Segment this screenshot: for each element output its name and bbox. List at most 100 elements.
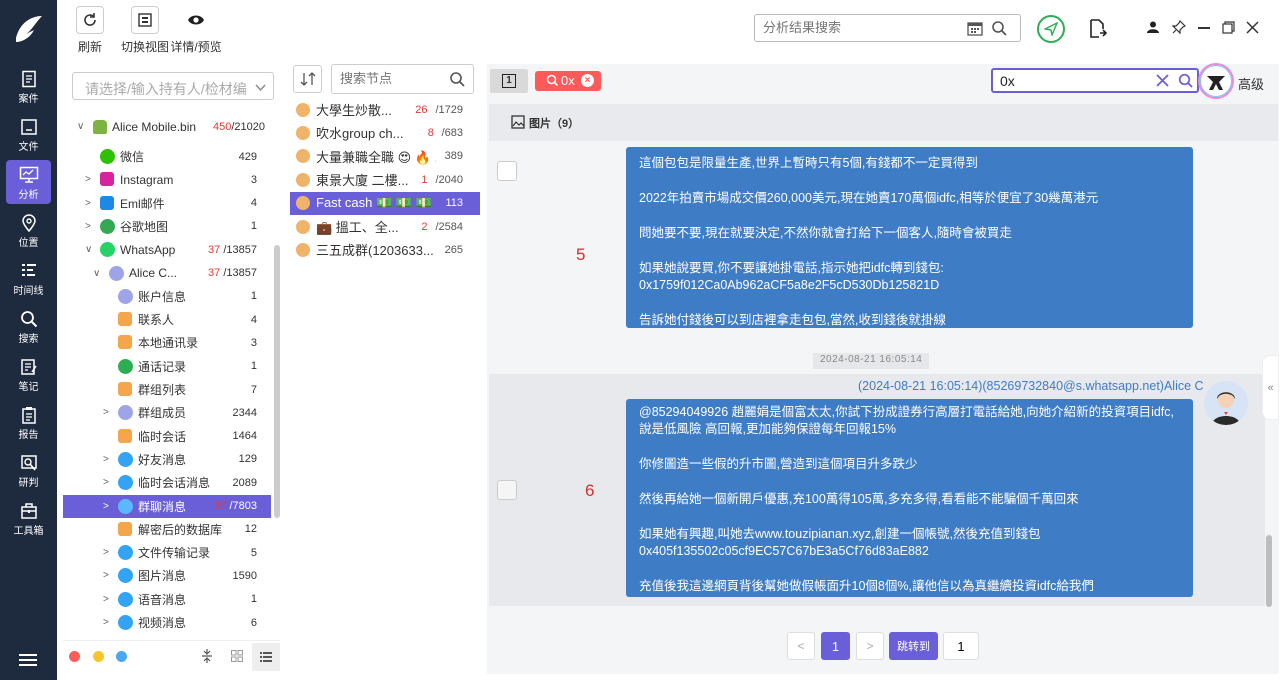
list-view-icon[interactable] (252, 643, 280, 671)
blue-dot-icon[interactable] (116, 651, 127, 662)
tree-item[interactable]: > 临时会话消息 2089 (63, 471, 271, 494)
menu-icon[interactable] (19, 653, 37, 667)
red-dot-icon[interactable] (69, 651, 80, 662)
goto-button[interactable]: 跳转到 (889, 632, 938, 660)
collapse-right-button[interactable]: « (1262, 355, 1279, 420)
tree-item[interactable]: 解密后的数据库 12 (63, 518, 271, 541)
chevron-right-icon[interactable]: > (103, 570, 109, 581)
node-item[interactable]: 東景大廈 二樓... 1/2040 (290, 168, 480, 191)
tree-item[interactable]: > 群组成员 2344 (63, 401, 271, 424)
nav-item-6[interactable]: 笔记 (6, 352, 51, 396)
tree-root-red: 450 (212, 120, 232, 133)
chevron-right-icon[interactable]: > (85, 198, 91, 209)
content-scrollbar[interactable] (1266, 535, 1272, 607)
current-page-button[interactable]: 1 (821, 632, 850, 660)
image-icon (511, 115, 525, 132)
refresh-button[interactable]: 刷新 (74, 6, 106, 55)
tree-item[interactable]: 通话记录 1 (63, 355, 271, 378)
chevron-right-icon[interactable]: > (85, 221, 91, 232)
nav-item-7[interactable]: 报告 (6, 400, 51, 444)
chevron-right-icon[interactable]: > (103, 594, 109, 605)
minimize-icon[interactable] (1198, 27, 1210, 29)
prev-page-button[interactable]: < (787, 632, 815, 660)
export-icon[interactable] (1089, 19, 1108, 42)
node-item[interactable]: 大學生炒散... 26/1729 (290, 98, 480, 121)
advanced-label[interactable]: 高级 (1238, 74, 1264, 93)
pin-icon[interactable] (1171, 19, 1187, 37)
tree-item[interactable]: 微信 429 (63, 145, 271, 168)
node-item[interactable]: 三五成群(1203633... 265 (290, 238, 480, 261)
user-icon[interactable] (1147, 21, 1159, 36)
search-icon[interactable] (991, 20, 1008, 40)
grid-view-icon[interactable] (231, 650, 243, 665)
tree-item[interactable]: 群组列表 7 (63, 378, 271, 401)
chip-close-icon[interactable]: × (581, 74, 594, 87)
switch-view-button[interactable]: 切换视图 (118, 6, 172, 55)
search-icon[interactable] (449, 71, 466, 91)
node-search-input[interactable] (340, 71, 440, 86)
calendar-icon[interactable] (967, 21, 983, 39)
assistant-avatar-icon[interactable] (1198, 63, 1234, 99)
chevron-right-icon[interactable]: > (103, 477, 109, 488)
content-search-input[interactable] (1000, 73, 1140, 89)
goto-page-input[interactable] (943, 632, 979, 660)
tree-item[interactable]: 临时会话 1464 (63, 425, 271, 448)
sender-avatar[interactable] (1204, 381, 1248, 425)
chevron-right-icon[interactable]: > (103, 454, 109, 465)
next-page-button[interactable]: > (856, 632, 884, 660)
nav-item-0[interactable]: 案件 (6, 64, 51, 108)
search-icon[interactable] (1178, 73, 1194, 92)
tree-item[interactable]: 本地通讯录 3 (63, 331, 271, 354)
restore-icon[interactable] (1222, 21, 1235, 37)
tree-item[interactable]: > 群聊消息 37 /7803 (63, 494, 271, 518)
result-search-input[interactable] (763, 20, 963, 35)
chevron-right-icon[interactable]: > (103, 547, 109, 558)
tree-item[interactable]: 联系人 4 (63, 308, 271, 331)
tree-item[interactable]: 账户信息 1 (63, 285, 271, 308)
whatsapp-icon (100, 242, 115, 258)
node-item[interactable]: 💼 搵工、全... 2/2584 (290, 215, 480, 238)
tree-item[interactable]: ∨ WhatsApp 37 /13857 (63, 238, 271, 261)
chevron-right-icon[interactable]: > (85, 174, 91, 185)
tree-item[interactable]: ∨ Alice C... 37 /13857 (63, 262, 271, 285)
filter-chip-label: 0x (561, 73, 575, 88)
chevron-down-icon[interactable]: ∨ (85, 244, 92, 255)
node-item[interactable]: Fast cash 💵 💵 💵 ... 113 (290, 191, 480, 215)
tree-item[interactable]: > Instagram 3 (63, 168, 271, 191)
chevron-right-icon[interactable]: > (103, 617, 109, 628)
nav-item-9[interactable]: 工具箱 (6, 496, 51, 540)
nav-item-1[interactable]: 文件 (6, 112, 51, 156)
nav-item-2[interactable]: 分析 (6, 160, 51, 204)
tree-item[interactable]: > 图片消息 1590 (63, 564, 271, 587)
message-checkbox[interactable] (497, 161, 517, 181)
chevron-right-icon[interactable]: > (103, 501, 109, 512)
tree-item[interactable]: > 视频消息 6 (63, 611, 271, 634)
nav-item-8[interactable]: 研判 (6, 448, 51, 492)
send-icon-button[interactable] (1037, 15, 1065, 43)
tree-scrollbar[interactable] (274, 245, 280, 518)
tree-item[interactable]: > 好友消息 129 (63, 448, 271, 471)
nav-item-5[interactable]: 搜索 (6, 304, 51, 348)
chevron-right-icon[interactable]: > (103, 407, 109, 418)
filter-chip[interactable]: 0x × (535, 71, 601, 91)
tree-root[interactable]: ∨ Alice Mobile.bin 450/21020 (63, 115, 271, 138)
nav-item-4[interactable]: 时间线 (6, 256, 51, 300)
tree-item[interactable]: > Eml邮件 4 (63, 192, 271, 215)
tree-item[interactable]: > 文件传输记录 5 (63, 541, 271, 564)
detail-preview-button[interactable]: 详情/预览 (169, 6, 223, 55)
close-icon[interactable] (1246, 21, 1259, 37)
collapse-icon[interactable] (201, 648, 213, 667)
yellow-dot-icon[interactable] (93, 651, 104, 662)
tree-item-count: 4 (250, 313, 257, 326)
tree-item[interactable]: > 谷歌地图 1 (63, 215, 271, 238)
node-item[interactable]: 吹水group ch... 8/683 (290, 121, 480, 144)
node-item[interactable]: 大量兼職全職 😍 🔥 ... 389 (290, 145, 480, 168)
nav-item-3[interactable]: 位置 (6, 208, 51, 252)
chevron-down-icon[interactable]: ∨ (93, 268, 100, 279)
page-badge[interactable]: 1 (490, 69, 528, 93)
clear-icon[interactable] (1156, 74, 1169, 90)
tree-item[interactable]: > 语音消息 1 (63, 588, 271, 611)
message-checkbox[interactable] (497, 480, 517, 500)
owner-select[interactable]: 请选择/输入持有人/检材编号 (72, 72, 274, 100)
sort-button[interactable] (293, 65, 322, 93)
